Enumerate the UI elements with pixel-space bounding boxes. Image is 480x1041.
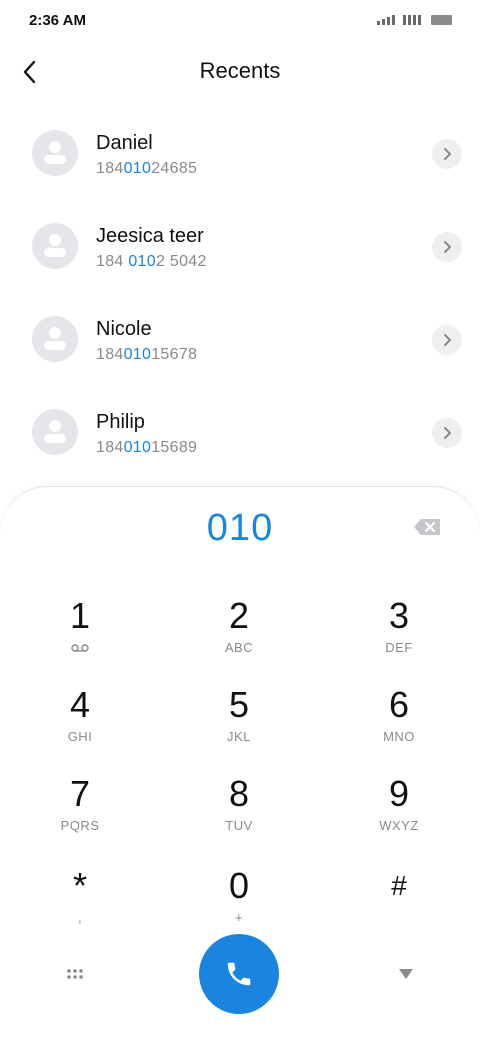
key-letters: GHI xyxy=(67,729,93,744)
dialer-actions xyxy=(0,934,480,1016)
voicemail-icon xyxy=(71,644,89,652)
backspace-icon xyxy=(414,519,440,535)
call-button[interactable] xyxy=(199,934,279,1014)
contact-detail-button[interactable] xyxy=(432,139,462,169)
list-item[interactable]: Nicole 18401015678 xyxy=(0,294,480,387)
contact-name: Nicole xyxy=(96,318,152,340)
key-digit: # xyxy=(391,870,407,901)
chevron-right-icon xyxy=(444,427,451,439)
key-letters: WXYZ xyxy=(379,818,419,833)
key-letters: + xyxy=(234,910,244,925)
contact-name: Philip xyxy=(96,411,145,433)
key-digit: 3 xyxy=(388,595,410,636)
key-digit: * xyxy=(72,865,87,906)
phone-icon xyxy=(227,962,251,986)
signal-icon-2 xyxy=(403,15,421,25)
contact-number: 18401015678 xyxy=(96,346,198,363)
key-3[interactable]: 3 DEF xyxy=(339,596,459,676)
dialpad-menu-button[interactable] xyxy=(60,962,90,986)
key-1[interactable]: 1 xyxy=(20,596,140,676)
triangle-down-icon xyxy=(399,969,413,979)
key-7[interactable]: 7 PQRS xyxy=(20,774,140,854)
key-digit: 0 xyxy=(228,865,250,906)
key-letters: TUV xyxy=(225,818,253,833)
dial-input[interactable]: 010 xyxy=(0,507,480,550)
contact-detail-button[interactable] xyxy=(432,418,462,448)
status-time: 2:36 AM xyxy=(29,12,86,29)
contact-number: 18401024685 xyxy=(96,160,198,177)
key-digit: 1 xyxy=(69,595,91,636)
list-item[interactable]: Philip 18401015689 xyxy=(0,387,480,480)
contact-name: Jeesica teer xyxy=(96,225,204,247)
key-digit: 8 xyxy=(228,773,250,814)
chevron-right-icon xyxy=(444,334,451,346)
grid-icon xyxy=(67,969,83,979)
hide-dialpad-button[interactable] xyxy=(393,962,419,986)
key-digit: 6 xyxy=(388,684,410,725)
list-item[interactable]: Jeesica teer 184 0102 5042 xyxy=(0,201,480,294)
chevron-right-icon xyxy=(444,241,451,253)
key-6[interactable]: 6 MNO xyxy=(339,685,459,765)
key-9[interactable]: 9 WXYZ xyxy=(339,774,459,854)
key-letters: JKL xyxy=(227,729,251,744)
contact-detail-button[interactable] xyxy=(432,325,462,355)
key-digit: 4 xyxy=(69,684,91,725)
header: Recents xyxy=(0,48,480,96)
page-title: Recents xyxy=(199,58,281,83)
avatar xyxy=(32,223,78,269)
contact-detail-button[interactable] xyxy=(432,232,462,262)
contact-list: Daniel 18401024685 Jeesica teer 184 0102… xyxy=(0,108,480,480)
key-4[interactable]: 4 GHI xyxy=(20,685,140,765)
contact-name: Daniel xyxy=(96,132,153,154)
key-digit: 9 xyxy=(388,773,410,814)
chevron-right-icon xyxy=(444,148,451,160)
contact-number: 184 0102 5042 xyxy=(96,253,207,270)
status-bar: 2:36 AM xyxy=(0,0,480,42)
backspace-button[interactable] xyxy=(410,515,444,539)
key-letters: , xyxy=(77,910,83,925)
key-letters: PQRS xyxy=(60,818,100,833)
key-digit: 5 xyxy=(228,684,250,725)
avatar xyxy=(32,409,78,455)
signal-icon xyxy=(377,15,395,25)
list-item[interactable]: Daniel 18401024685 xyxy=(0,108,480,201)
status-icons xyxy=(377,15,452,25)
key-8[interactable]: 8 TUV xyxy=(179,774,299,854)
key-letters: MNO xyxy=(383,729,415,744)
key-digit: 2 xyxy=(228,595,250,636)
key-digit: 7 xyxy=(69,773,91,814)
avatar xyxy=(32,316,78,362)
avatar xyxy=(32,130,78,176)
key-letters: DEF xyxy=(385,640,413,655)
key-letters: ABC xyxy=(224,640,254,655)
battery-icon xyxy=(431,15,452,25)
key-2[interactable]: 2 ABC xyxy=(179,596,299,676)
key-5[interactable]: 5 JKL xyxy=(179,685,299,765)
contact-number: 18401015689 xyxy=(96,439,198,456)
